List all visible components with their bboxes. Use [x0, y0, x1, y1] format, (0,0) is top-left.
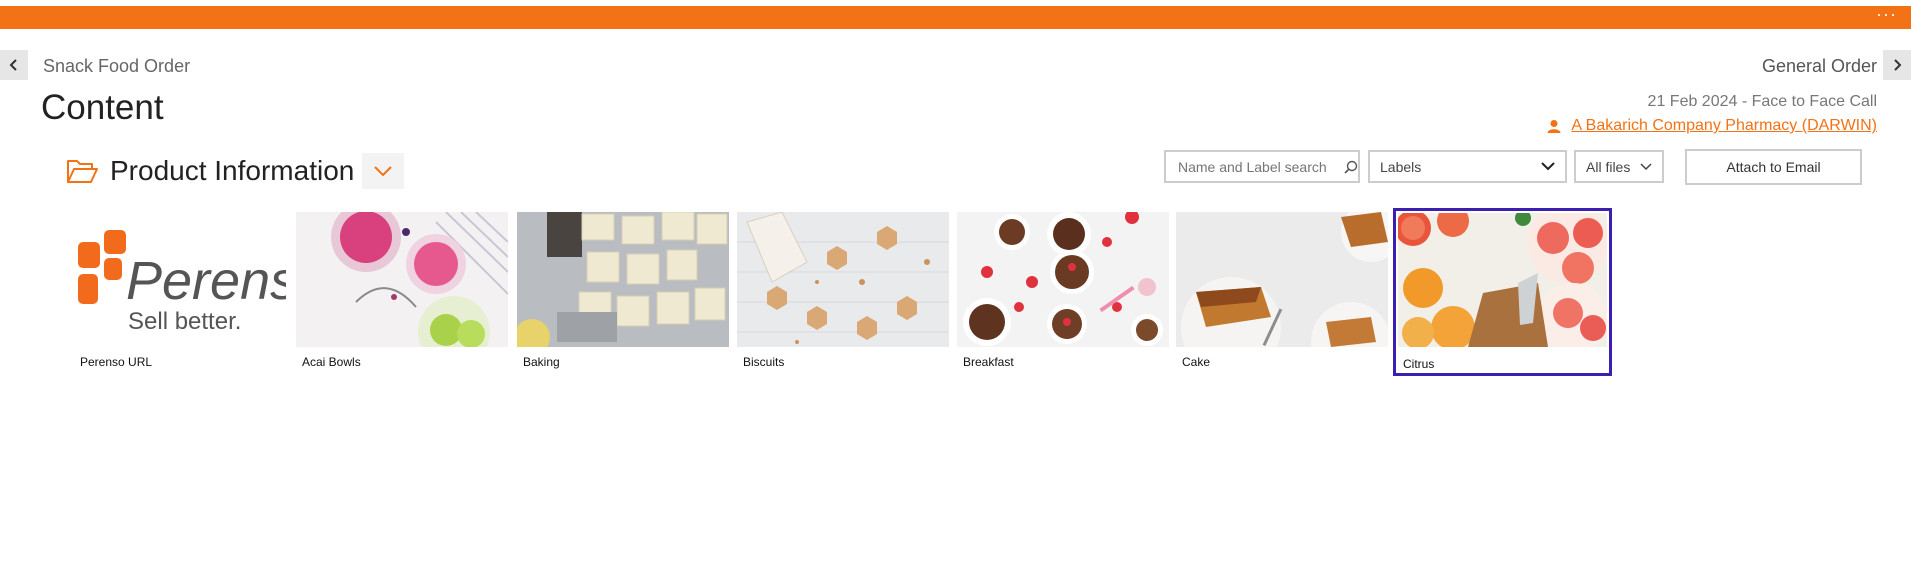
- tile-thumbnail: [296, 212, 508, 347]
- previous-page-button[interactable]: [0, 50, 28, 80]
- tile-thumbnail: [1176, 212, 1388, 347]
- chevron-down-icon: [1541, 162, 1555, 171]
- tile-caption: Citrus: [1403, 357, 1435, 371]
- labels-dropdown[interactable]: Labels: [1368, 150, 1567, 183]
- person-icon: [1547, 120, 1561, 133]
- top-app-bar: ···: [0, 5, 1911, 29]
- svg-text:Sell better.: Sell better.: [128, 308, 241, 335]
- file-filter-value: All files: [1586, 158, 1631, 175]
- search-box: [1164, 150, 1360, 183]
- customer-link[interactable]: A Bakarich Company Pharmacy (DARWIN): [1571, 117, 1877, 135]
- chevron-right-icon: [1894, 59, 1902, 71]
- tile-thumbnail: [957, 212, 1169, 347]
- tile-thumbnail: [1398, 213, 1607, 347]
- content-tile[interactable]: Baking: [517, 212, 729, 372]
- section-title: Product Information: [110, 155, 355, 186]
- content-tile[interactable]: Cake: [1176, 212, 1388, 372]
- tile-caption: Acai Bowls: [302, 355, 361, 369]
- breadcrumb[interactable]: Snack Food Order: [43, 56, 190, 77]
- tile-caption: Perenso URL: [80, 355, 153, 369]
- attach-to-email-button[interactable]: Attach to Email: [1685, 149, 1862, 185]
- content-tile[interactable]: Acai Bowls: [296, 212, 508, 372]
- tile-thumbnail: [517, 212, 729, 347]
- tile-caption: Cake: [1182, 355, 1211, 369]
- section-dropdown-button[interactable]: [362, 153, 405, 189]
- call-info: 21 Feb 2024 - Face to Face Call: [1647, 93, 1877, 110]
- chevron-left-icon: [9, 59, 17, 71]
- content-tile[interactable]: Breakfast: [957, 212, 1169, 372]
- more-options-icon[interactable]: ···: [1876, 5, 1897, 29]
- content-tile-selected[interactable]: Citrus: [1393, 208, 1612, 376]
- section-header: Product Information: [66, 153, 405, 189]
- svg-text:Perenso: Perenso: [126, 251, 286, 311]
- tile-caption: Breakfast: [963, 355, 1014, 369]
- next-page-button[interactable]: [1883, 50, 1911, 80]
- customer-row: A Bakarich Company Pharmacy (DARWIN): [1547, 117, 1877, 135]
- content-tile[interactable]: Biscuits: [737, 212, 949, 372]
- content-tile[interactable]: Perenso Sell better. Perenso URL: [74, 212, 286, 372]
- chevron-down-icon: [374, 166, 393, 176]
- tile-thumbnail: [737, 212, 949, 347]
- page-title: Content: [41, 88, 164, 127]
- search-input[interactable]: [1176, 157, 1340, 176]
- tile-thumbnail: Perenso Sell better.: [74, 212, 286, 347]
- folder-open-icon: [67, 160, 98, 183]
- order-type-label: General Order: [1761, 56, 1877, 76]
- chevron-down-icon: [1640, 162, 1652, 170]
- search-icon[interactable]: [1344, 160, 1358, 174]
- perenso-logo: Perenso Sell better.: [78, 230, 286, 335]
- file-filter-dropdown[interactable]: All files: [1574, 150, 1664, 183]
- tile-caption: Biscuits: [743, 355, 785, 369]
- tile-caption: Baking: [523, 355, 560, 369]
- labels-value: Labels: [1380, 158, 1422, 175]
